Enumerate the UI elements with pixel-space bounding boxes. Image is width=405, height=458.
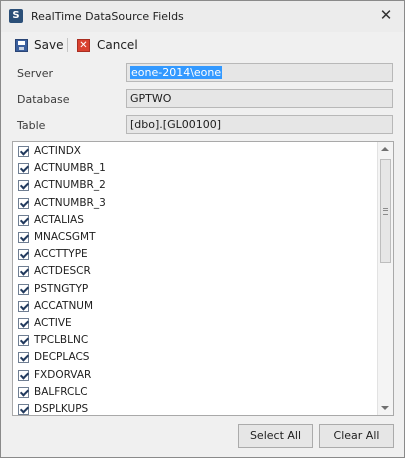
checkbox[interactable] [18,197,29,209]
list-item-label: ACTNUMBR_3 [34,196,106,209]
database-field[interactable]: GPTWO [126,89,393,108]
checkbox[interactable] [18,369,29,381]
list-item[interactable]: DECPLACS [13,350,375,367]
table-field[interactable]: [dbo].[GL00100] [126,115,393,134]
list-item[interactable]: TPCLBLNC [13,333,375,350]
list-item[interactable]: ACCTTYPE [13,247,375,264]
list-item-label: ACTINDX [34,145,81,157]
grip-icon [383,208,388,215]
list-item-label: ACCTTYPE [34,248,88,261]
server-value: eone-2014\eone [130,66,223,79]
red-x-icon: ✕ [77,38,90,52]
checkbox[interactable] [18,266,29,278]
scroll-down-arrow-icon[interactable] [381,406,389,410]
cancel-label: Cancel [97,38,138,52]
list-item[interactable]: ACTIVE [13,316,375,333]
clear-all-button[interactable]: Clear All [319,424,394,448]
list-item-label: MNACSGMT [34,231,96,243]
checkbox[interactable] [18,283,29,295]
list-item[interactable]: MNACSGMT [13,230,375,247]
list-item-label: ACTALIAS [34,213,84,226]
checkbox[interactable] [18,386,29,398]
list-item[interactable]: ACTNUMBR_3 [13,196,375,213]
list-item-label: TPCLBLNC [34,334,89,347]
list-item-label: ACTNUMBR_2 [34,179,106,192]
server-field[interactable]: eone-2014\eone [126,63,393,82]
toolbar-separator [67,38,68,52]
list-item-label: ACTNUMBR_1 [34,162,106,175]
list-item[interactable]: BALFRCLC [13,385,375,402]
checkbox[interactable] [18,300,29,312]
list-item[interactable]: PSTNGTYP [13,282,375,299]
app-logo-icon: S [9,9,23,23]
list-item-label: ACTDESCR [34,265,91,278]
database-label: Database [17,93,70,106]
list-item-label: PSTNGTYP [34,282,89,295]
list-item[interactable]: FXDORVAR [13,368,375,385]
checkbox[interactable] [18,335,29,347]
dialog-window: S RealTime DataSource Fields ✕ Save ✕ Ca… [0,0,405,458]
checkbox[interactable] [18,180,29,192]
list-item[interactable]: ACTINDX [13,144,375,161]
window-title: RealTime DataSource Fields [31,10,184,23]
checkbox[interactable] [18,163,29,175]
checkbox[interactable] [18,214,29,226]
close-icon[interactable]: ✕ [378,6,394,24]
vertical-scrollbar[interactable] [377,142,393,415]
save-label: Save [34,38,64,52]
list-item-label: DSPLKUPS [34,403,89,415]
list-item[interactable]: ACCATNUM [13,299,375,316]
list-item-label: BALFRCLC [34,385,88,398]
list-item[interactable]: DSPLKUPS [13,402,375,415]
list-item-label: FXDORVAR [34,368,92,381]
checkbox[interactable] [18,318,29,329]
checkbox[interactable] [18,404,29,415]
server-label: Server [17,67,54,80]
cancel-button[interactable]: ✕ Cancel [77,35,138,55]
list-item[interactable]: ACTDESCR [13,264,375,281]
select-all-button[interactable]: Select All [238,424,313,448]
title-bar: S RealTime DataSource Fields ✕ [1,1,404,32]
list-item[interactable]: ACTNUMBR_2 [13,178,375,195]
table-label: Table [17,119,46,132]
list-item-label: ACTIVE [34,317,72,329]
list-item-label: DECPLACS [34,351,90,364]
checkbox[interactable] [18,232,29,243]
checkbox[interactable] [18,146,29,157]
save-button[interactable]: Save [15,35,63,55]
toolbar: Save ✕ Cancel [1,32,404,57]
list-item-label: ACCATNUM [34,299,94,312]
fields-checklist[interactable]: ACTINDX ACTNUMBR_1 ACTNUMBR_2 ACTNUMBR_3 ACT… [12,141,394,416]
scroll-thumb[interactable] [380,159,391,263]
list-item[interactable]: ACTNUMBR_1 [13,161,375,178]
floppy-disk-icon [15,38,28,52]
checkbox[interactable] [18,352,29,364]
scroll-up-arrow-icon[interactable] [381,147,389,151]
checkbox[interactable] [18,249,29,261]
list-item[interactable]: ACTALIAS [13,213,375,230]
